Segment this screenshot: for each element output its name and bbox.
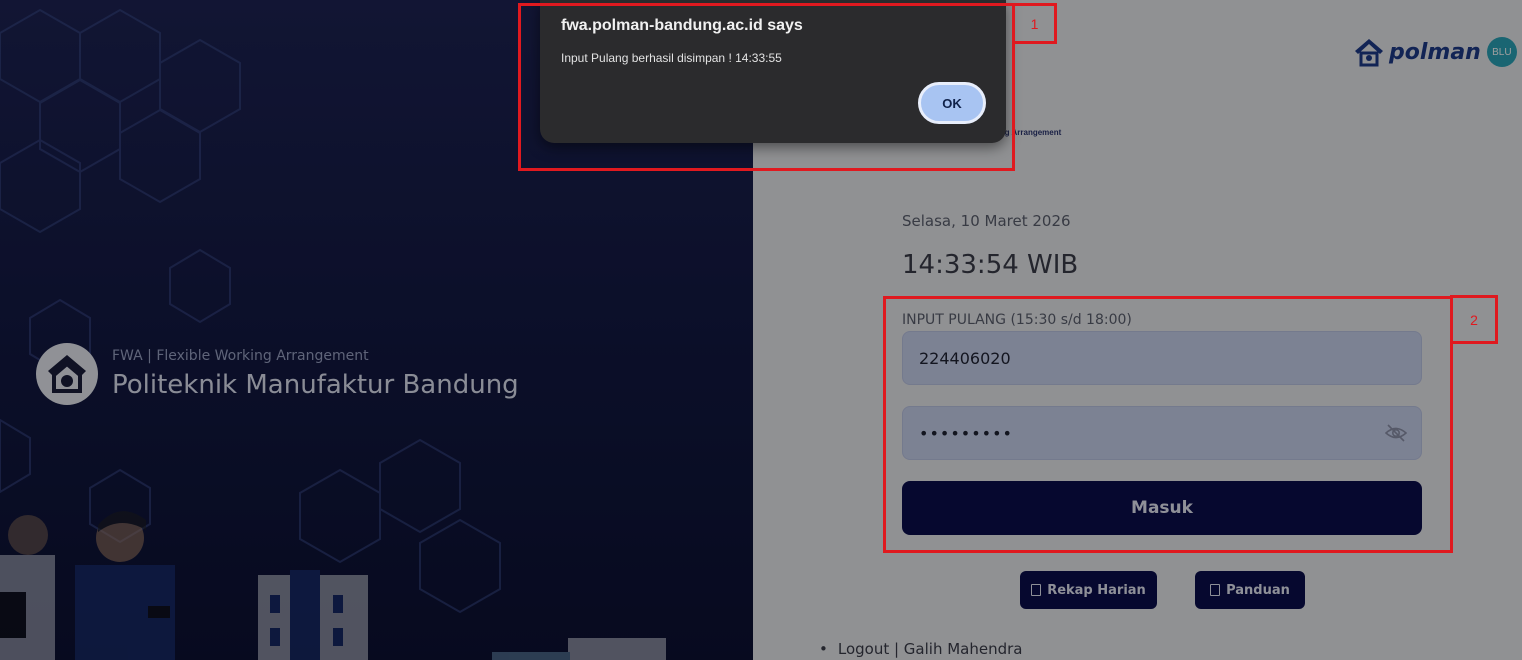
annotation-label-1: 1 bbox=[1012, 3, 1057, 44]
annotation-box-1 bbox=[518, 3, 1015, 171]
annotation-box-2 bbox=[883, 296, 1453, 553]
annotation-label-2: 2 bbox=[1450, 295, 1498, 344]
